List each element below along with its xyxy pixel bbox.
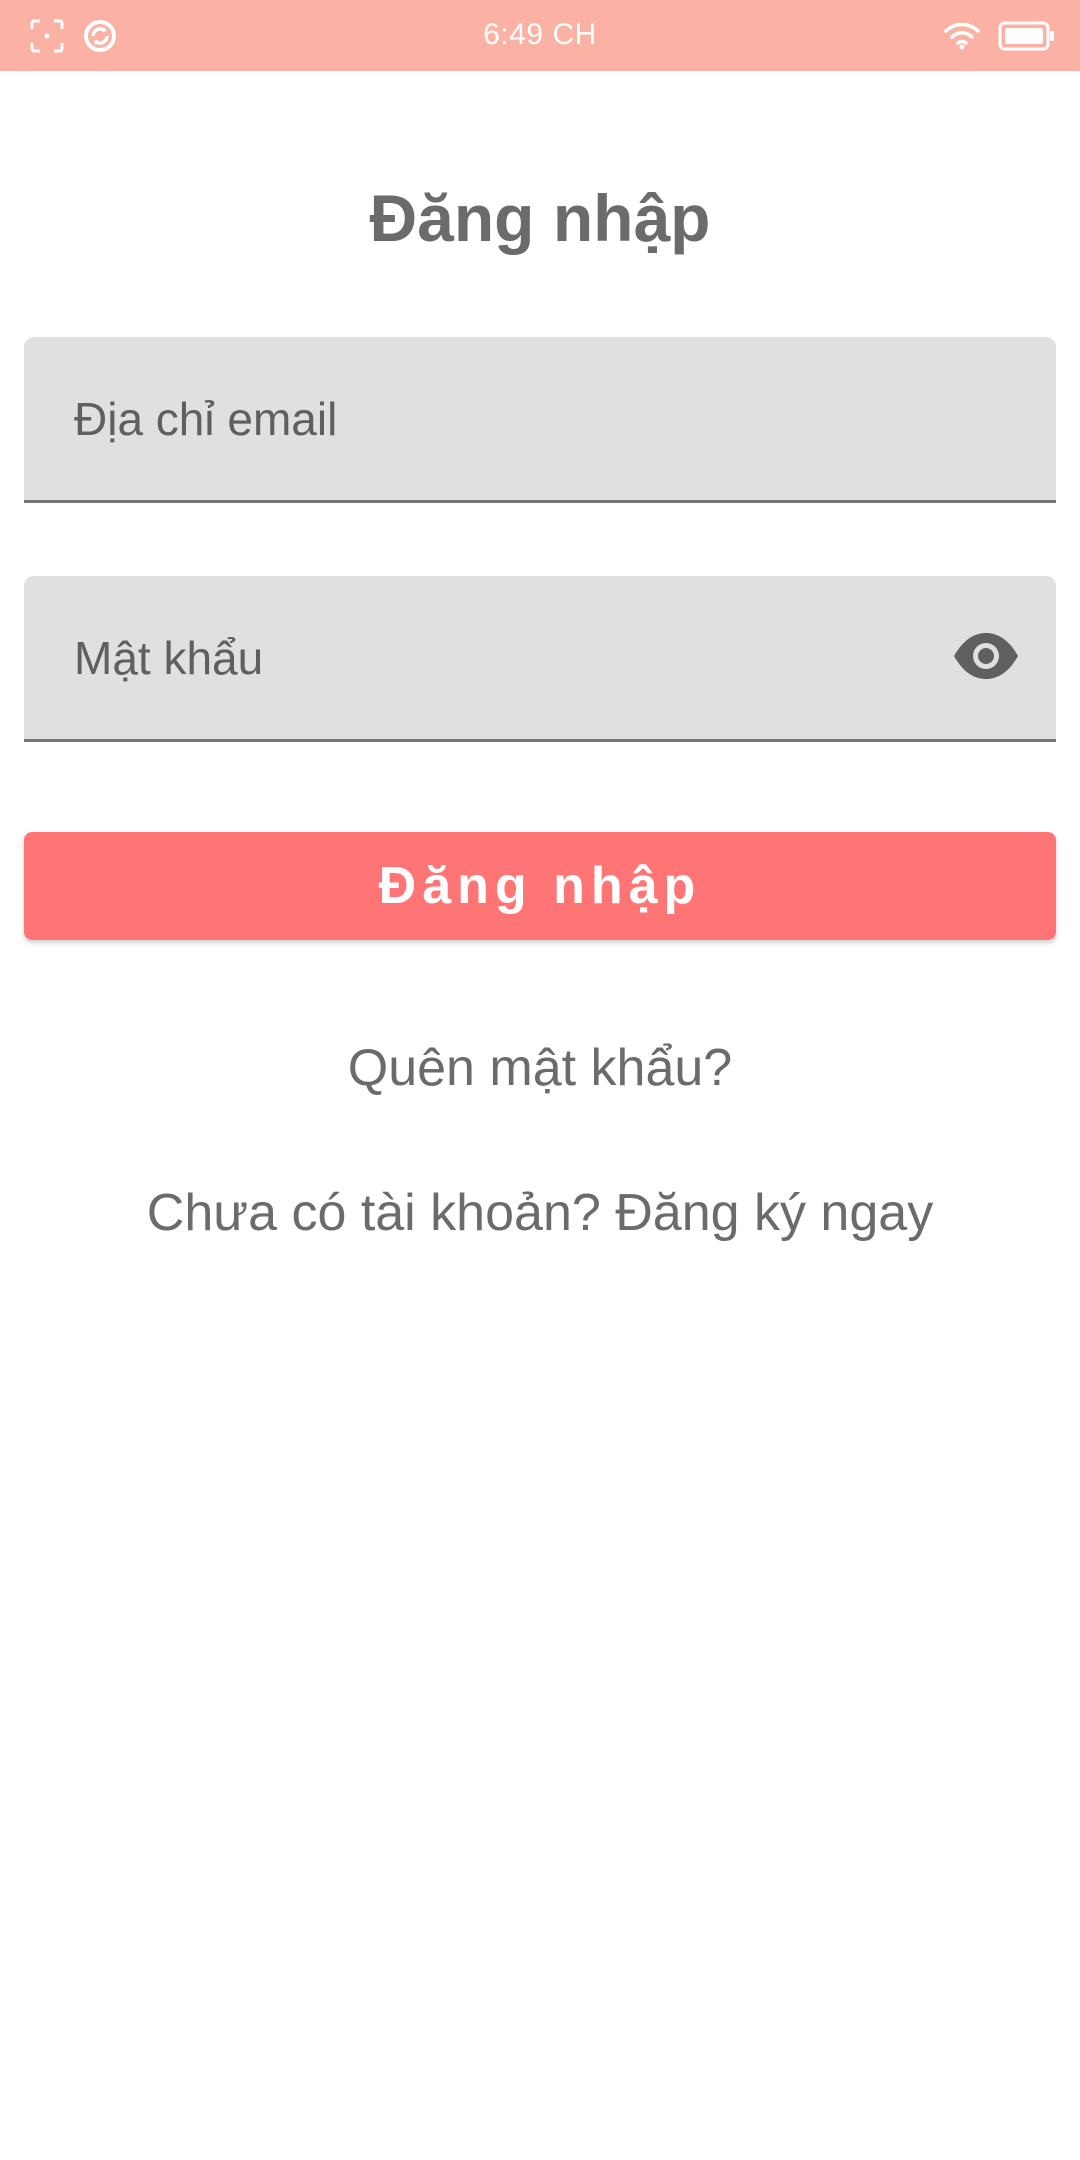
email-field[interactable] [24,337,1056,503]
login-button[interactable]: Đăng nhập [24,832,1056,940]
status-time: 6:49 CH [483,18,597,51]
password-input[interactable] [72,576,922,739]
register-link[interactable]: Chưa có tài khoản? Đăng ký ngay [0,1183,1080,1243]
page-title: Đăng nhập [369,181,711,255]
status-bar: 6:49 CH [0,0,1080,71]
email-input[interactable] [72,337,922,500]
forgot-password-link[interactable]: Quên mật khẩu? [0,1038,1080,1098]
battery-icon [998,20,1056,57]
eye-icon[interactable] [952,630,1020,682]
status-right-icons [944,20,1056,57]
wifi-icon [944,21,980,56]
password-field[interactable] [24,576,1056,742]
